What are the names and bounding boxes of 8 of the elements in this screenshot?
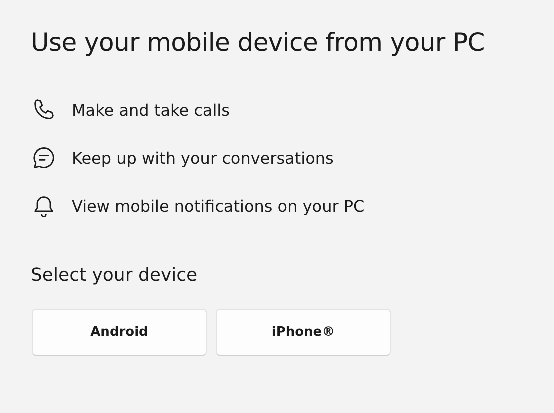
section-heading: Select your device (31, 265, 199, 286)
feature-text: View mobile notifications on your PC (72, 196, 365, 216)
device-button[interactable]: iPhone® (216, 309, 391, 356)
device-button[interactable]: Android (32, 309, 207, 356)
chat-icon (31, 145, 57, 171)
page-title: Use your mobile device from your PC (31, 28, 486, 57)
feature-text: Make and take calls (72, 100, 230, 120)
feature-text: Keep up with your conversations (72, 148, 334, 168)
